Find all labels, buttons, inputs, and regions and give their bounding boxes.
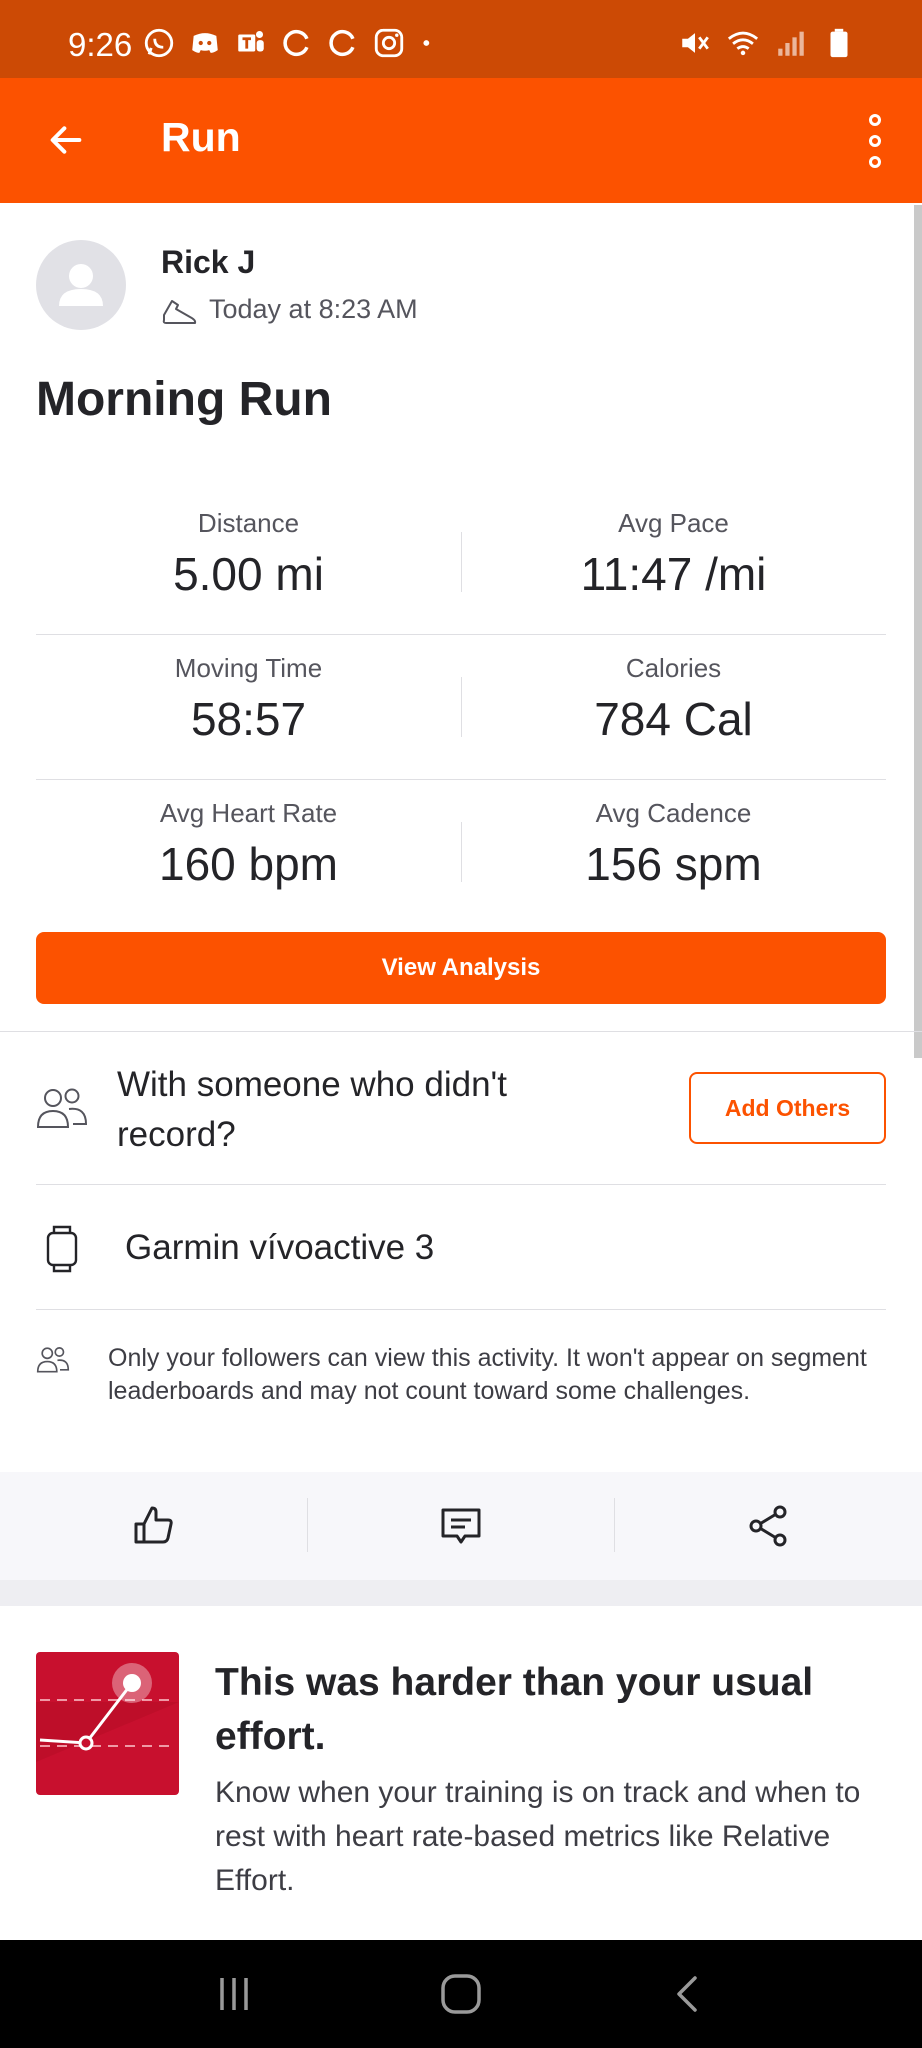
whatsapp-icon <box>144 28 174 58</box>
stat-avg-cadence: Avg Cadence 156 spm <box>461 780 886 925</box>
dot-icon <box>423 40 430 46</box>
stat-label: Moving Time <box>174 653 323 683</box>
section-gap <box>0 1580 922 1606</box>
group-icon <box>36 1088 88 1128</box>
home-button[interactable] <box>421 1954 501 2034</box>
watch-icon <box>46 1225 78 1273</box>
stat-label: Calories <box>625 653 722 683</box>
activity-timestamp: Today at 8:23 AM <box>209 294 418 324</box>
discord-icon <box>192 33 218 53</box>
battery-icon <box>830 28 848 58</box>
more-dot-icon <box>869 114 881 126</box>
status-time: 9:26 <box>68 26 133 63</box>
stat-divider <box>461 532 462 592</box>
stat-avg-heart-rate: Avg Heart Rate 160 bpm <box>36 780 461 925</box>
instagram-icon <box>374 28 404 58</box>
divider <box>0 1031 922 1032</box>
stat-divider <box>461 822 462 882</box>
person-icon <box>59 264 103 306</box>
with-someone-text: With someone who didn't record? <box>117 1065 507 1154</box>
stat-value: 156 spm <box>585 838 762 890</box>
scrollbar[interactable] <box>914 205 922 1058</box>
kudos-button[interactable] <box>0 1472 307 1580</box>
system-nav-bar <box>0 1940 922 2048</box>
share-button[interactable] <box>614 1472 921 1580</box>
divider <box>36 1309 886 1310</box>
stat-label: Avg Pace <box>618 508 729 538</box>
comment-icon <box>441 1508 480 1544</box>
stat-label: Distance <box>197 508 300 538</box>
promo-title: This was harder than your usual effort. <box>215 1661 814 1758</box>
back-nav-button[interactable] <box>648 1954 728 2034</box>
chevron-left-icon <box>677 1976 698 2012</box>
stat-value: 784 Cal <box>594 693 753 745</box>
stat-value: 160 bpm <box>158 838 338 890</box>
more-options-button[interactable] <box>850 108 900 174</box>
app-bar: Run <box>0 78 922 203</box>
stats-grid: Distance 5.00 mi Avg Pace 11:47 /mi Movi… <box>36 490 886 925</box>
stat-label: Avg Cadence <box>595 798 752 828</box>
stat-row: Distance 5.00 mi Avg Pace 11:47 /mi <box>36 490 886 635</box>
shoe-icon <box>162 299 197 324</box>
view-analysis-button[interactable]: View Analysis <box>36 932 886 1004</box>
stat-label: Avg Heart Rate <box>159 798 338 828</box>
notification-icons <box>142 26 438 60</box>
relative-effort-graphic[interactable] <box>36 1652 179 1795</box>
stat-calories: Calories 784 Cal <box>461 635 886 779</box>
mute-icon <box>682 33 709 53</box>
page-title: Run <box>161 114 241 160</box>
athlete-name[interactable]: Rick J <box>161 244 255 281</box>
stat-distance: Distance 5.00 mi <box>36 490 461 634</box>
action-bar <box>0 1472 922 1580</box>
stat-divider <box>461 677 462 737</box>
stat-row: Moving Time 58:57 Calories 784 Cal <box>36 635 886 780</box>
thumbs-up-icon <box>134 1506 173 1544</box>
more-dot-icon <box>869 135 881 147</box>
status-bar: 9:26 <box>0 0 922 78</box>
sync-icon-2 <box>329 29 355 57</box>
comment-button[interactable] <box>307 1472 614 1580</box>
more-dot-icon <box>869 156 881 168</box>
wifi-icon <box>727 31 759 56</box>
arrow-left-icon <box>50 126 82 154</box>
activity-meta: Today at 8:23 AM <box>161 294 418 325</box>
recent-apps-button[interactable] <box>194 1954 274 2034</box>
recent-apps-icon <box>219 1978 248 2010</box>
add-others-button[interactable]: Add Others <box>689 1072 886 1144</box>
stat-value: 5.00 mi <box>173 548 324 600</box>
activity-title: Morning Run <box>36 373 332 426</box>
home-icon <box>441 1974 481 2014</box>
device-name[interactable]: Garmin vívoactive 3 <box>125 1228 434 1268</box>
stat-value: 58:57 <box>190 693 307 745</box>
stat-row: Avg Heart Rate 160 bpm Avg Cadence 156 s… <box>36 780 886 925</box>
sync-icon <box>283 29 309 57</box>
stat-avg-pace: Avg Pace 11:47 /mi <box>461 490 886 634</box>
teams-icon <box>238 30 264 52</box>
group-icon <box>36 1347 70 1373</box>
effort-chart-icon <box>36 1652 179 1795</box>
stat-moving-time: Moving Time 58:57 <box>36 635 461 779</box>
signal-icon <box>778 31 804 56</box>
stat-value: 11:47 /mi <box>580 548 767 600</box>
back-button[interactable] <box>36 110 96 170</box>
system-icons <box>678 26 856 60</box>
privacy-notice: Only your followers can view this activi… <box>108 1344 867 1405</box>
promo-body: Know when your training is on track and … <box>215 1776 861 1897</box>
avatar[interactable] <box>36 240 126 330</box>
divider <box>36 1184 886 1185</box>
share-icon <box>749 1505 786 1547</box>
